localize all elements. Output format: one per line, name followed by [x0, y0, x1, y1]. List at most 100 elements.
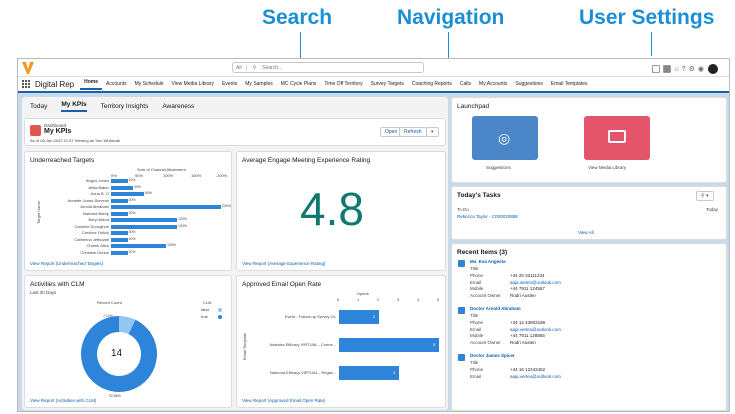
- email-ticks: 0 1 2 3 4 5: [337, 297, 441, 303]
- bar[interactable]: [111, 224, 177, 229]
- dashboard-subtitle: As of 06-Jan-2022 11:57 Viewing as Tom W…: [30, 138, 121, 143]
- nav-mc-cycle-plans[interactable]: MC Cycle Plans: [277, 81, 321, 87]
- recent-item-name-link[interactable]: Doctor James Spicer: [470, 353, 515, 358]
- tick: 2: [377, 297, 380, 302]
- engage-report-link[interactable]: View Report (Average Experience Rating): [242, 261, 325, 266]
- recent-item-title: Title: [470, 266, 479, 271]
- tick: 4: [417, 297, 420, 302]
- underreached-report-link[interactable]: View Report (Underreached Targets): [30, 261, 103, 266]
- launchpad-media-label[interactable]: View Media Library: [588, 165, 626, 170]
- clm-total: 14: [111, 348, 123, 359]
- bar[interactable]: [111, 211, 128, 216]
- task-link[interactable]: Rebecca Taylor - C000020888: [457, 214, 518, 219]
- engage-title: Average Engage Meeting Experience Rating: [242, 157, 371, 164]
- bar-value-label: 30%: [128, 197, 136, 202]
- bar[interactable]: [339, 366, 399, 380]
- recent-item-email-link[interactable]: aaja.vertex@outlook.com: [510, 280, 561, 285]
- recent-item-name-link[interactable]: Ms. Eva Angeeta: [470, 259, 506, 264]
- nav-accounts[interactable]: Accounts: [102, 81, 131, 87]
- nav-view-media-library[interactable]: View Media Library: [168, 81, 218, 87]
- nav-events[interactable]: Events: [218, 81, 241, 87]
- clm-legend-false: false: [201, 307, 210, 312]
- bar-label: Naleoda Efficacy VIRTUAL - Regist...: [270, 370, 336, 375]
- nav-my-samples[interactable]: My Samples: [241, 81, 277, 87]
- launchpad-title: Launchpad: [457, 103, 490, 110]
- clm-legend-false-swatch: [218, 308, 222, 312]
- dashboard-header: Dashboard My KPIs As of 06-Jan-2022 11:5…: [24, 118, 446, 146]
- engage-value: 4.8: [300, 183, 364, 235]
- email-open-rate-card: Approved Email Open Rate Opens 0 1 2 3 4…: [236, 275, 446, 408]
- tab-territory-insights[interactable]: Territory Insights: [101, 103, 149, 110]
- nav-calls[interactable]: Calls: [456, 81, 475, 87]
- search-icon: ⚲: [252, 64, 257, 71]
- help-icon[interactable]: ?: [682, 66, 686, 73]
- app-name: Digital Rep: [35, 79, 75, 89]
- nav-home[interactable]: Home: [80, 79, 103, 90]
- tab-my-kpis[interactable]: My KPIs: [61, 101, 87, 112]
- setup-gear-icon[interactable]: ⚙: [689, 65, 695, 73]
- nav-my-accounts[interactable]: My Accounts: [475, 81, 511, 87]
- recent-item-field-label: Mobile: [470, 333, 484, 338]
- bar-value-label: 2: [373, 314, 376, 319]
- app-launcher-icon[interactable]: [22, 80, 30, 88]
- nav-bar: Digital Rep Home Accounts My Schedule Vi…: [18, 77, 729, 93]
- recent-item-field-label: Phone: [470, 320, 484, 325]
- tasks-filter-button[interactable]: ⚲ ▾: [696, 191, 714, 201]
- tab-today[interactable]: Today: [30, 103, 47, 110]
- tick: 0%: [111, 173, 117, 178]
- annotation-search: Search: [262, 6, 333, 29]
- nav-suggestions[interactable]: Suggestions: [511, 81, 547, 87]
- launchpad-media-tile[interactable]: [584, 116, 650, 160]
- launchpad-suggestions-label[interactable]: Suggestions: [486, 165, 511, 170]
- bar-label: Arnold Abraham: [80, 204, 109, 209]
- bar[interactable]: [111, 192, 144, 196]
- bar-label: Anna B. O: [90, 191, 109, 196]
- bar[interactable]: [111, 179, 128, 183]
- contact-icon: [458, 260, 465, 267]
- bar[interactable]: [111, 250, 128, 255]
- clm-report-link[interactable]: View Report (Activities with CLM): [30, 398, 96, 403]
- recent-item-email-link[interactable]: aaja.vertex@outlook.com: [510, 374, 561, 379]
- refresh-button[interactable]: Refresh: [399, 127, 427, 137]
- bell-icon[interactable]: ◉: [698, 65, 704, 73]
- tick: 1: [357, 297, 360, 302]
- bar[interactable]: [111, 244, 166, 248]
- tasks-todo: To Do: [457, 207, 469, 212]
- arrow-search: [300, 32, 301, 60]
- nav-survey-targets[interactable]: Survey Targets: [367, 81, 408, 87]
- recent-item-email-link[interactable]: aaja.vertex@outlook.com: [510, 327, 561, 332]
- nav-email-templates[interactable]: Email Templates: [547, 81, 592, 87]
- global-search[interactable]: All ⚲ Search...: [232, 62, 424, 73]
- bar[interactable]: [111, 185, 133, 190]
- bar[interactable]: [339, 338, 439, 352]
- tab-awareness[interactable]: Awareness: [162, 103, 194, 110]
- recent-item-field-value: +44 20 33111234: [510, 273, 545, 278]
- notifications-icon[interactable]: ⌂: [674, 66, 678, 73]
- bar-label: Beryl Abbot: [88, 217, 109, 222]
- search-scope[interactable]: All: [236, 64, 247, 71]
- bar[interactable]: [111, 231, 128, 235]
- bar[interactable]: [111, 237, 128, 242]
- nav-my-schedule[interactable]: My Schedule: [131, 81, 168, 87]
- add-icon[interactable]: [663, 65, 672, 73]
- dashboard-menu-button[interactable]: ▾: [426, 127, 439, 137]
- tasks-view-all[interactable]: View All: [578, 230, 594, 235]
- bar[interactable]: [111, 198, 128, 203]
- bar[interactable]: [111, 218, 177, 222]
- app-window: All ⚲ Search... ⌂ ? ⚙ ◉ Digital Rep Home…: [17, 58, 730, 412]
- bar-value-label: 30%: [128, 230, 136, 234]
- nav-coaching-reports[interactable]: Coaching Reports: [408, 81, 456, 87]
- clm-legend-title: CLM: [203, 300, 212, 305]
- recent-item-name-link[interactable]: Doctor Arnold Abraham: [470, 306, 521, 311]
- launchpad-suggestions-tile[interactable]: ◎: [472, 116, 538, 160]
- recent-item-field-label: Phone: [470, 273, 484, 278]
- bar[interactable]: [111, 205, 221, 209]
- nav-time-off-territory[interactable]: Time Off Territory: [320, 81, 366, 87]
- email-report-link[interactable]: View Report (Approved Email Open Rate): [242, 398, 325, 403]
- tasks-title: Today's Tasks: [457, 192, 501, 199]
- user-avatar[interactable]: [707, 63, 719, 75]
- search-input[interactable]: Search...: [262, 65, 282, 71]
- favorites-icon[interactable]: [652, 65, 661, 73]
- monitor-icon: [608, 130, 626, 143]
- recent-item-field-value: +44 16 12242452: [510, 367, 546, 372]
